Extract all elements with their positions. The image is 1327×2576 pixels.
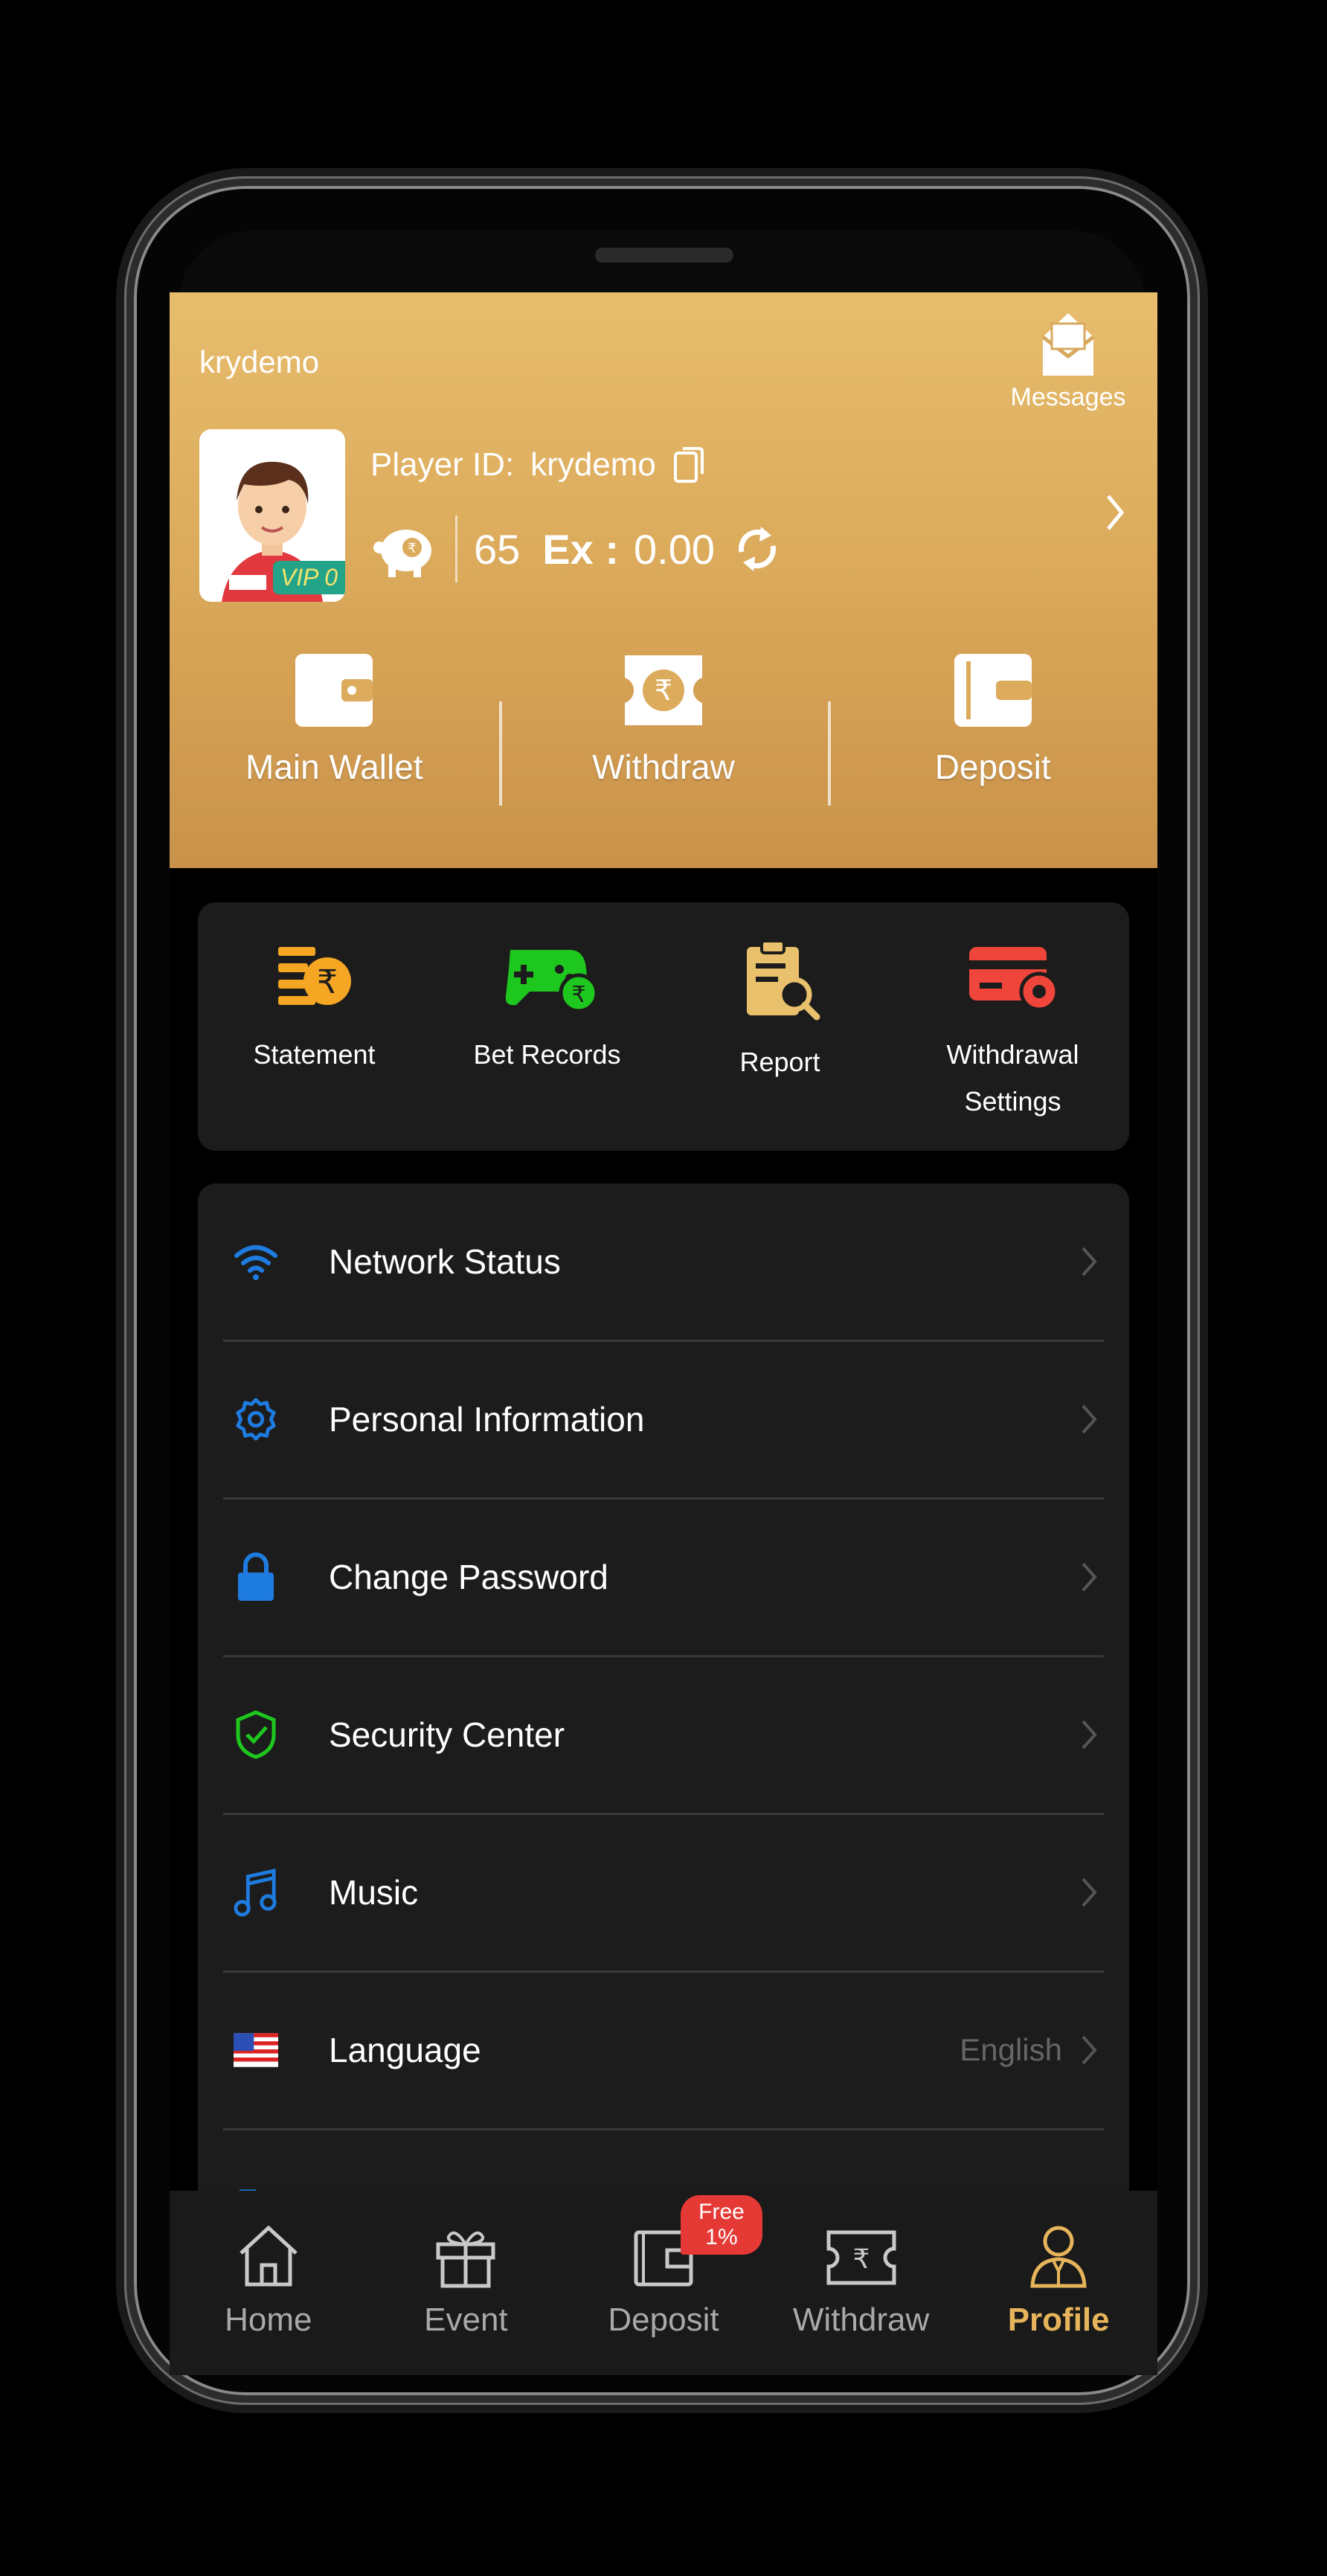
menu-item-personal-information[interactable]: Personal Information (223, 1341, 1104, 1500)
gear-icon (234, 1397, 278, 1442)
withdrawal-settings-button[interactable]: Withdrawal Settings (896, 902, 1129, 1151)
ex-value: 0.00 (634, 525, 715, 573)
chevron-right-icon (1082, 1720, 1097, 1750)
profile-header: krydemo Messages VIP 0 Player ID: krydem… (170, 292, 1157, 868)
svg-text:₹: ₹ (852, 2244, 870, 2275)
messages-button[interactable]: Messages (1009, 307, 1128, 412)
music-note-icon (234, 1868, 278, 1917)
withdraw-label: Withdraw (592, 748, 735, 786)
menu-item-label: Security Center (329, 1715, 565, 1754)
main-wallet-button[interactable]: Main Wallet (170, 649, 499, 813)
speaker-slot (595, 248, 733, 263)
username-label: krydemo (199, 344, 320, 379)
chevron-right-icon (1082, 1878, 1097, 1907)
withdrawal-settings-label: Withdrawal Settings (946, 1039, 1079, 1117)
bet-records-button[interactable]: ₹ Bet Records (431, 902, 664, 1151)
rupee-ticket-icon: ₹ (826, 2230, 896, 2285)
chevron-right-icon[interactable] (1104, 492, 1126, 533)
nav-withdraw[interactable]: ₹ Withdraw (762, 2191, 960, 2375)
statement-coin-icon: ₹ (277, 947, 351, 1005)
lock-icon (234, 1552, 278, 1601)
svg-text:₹: ₹ (408, 541, 416, 556)
menu-item-label: Network Status (329, 1242, 561, 1281)
free-badge: Free 1% (681, 2195, 762, 2255)
chevron-right-icon (1082, 1562, 1097, 1592)
wifi-icon (234, 1239, 278, 1284)
quick-actions-card: ₹ Statement ₹ Bet Records Report Withdra… (198, 902, 1129, 1151)
main-wallet-label: Main Wallet (245, 748, 423, 786)
flag-icon (234, 2028, 278, 2072)
nav-label: Event (424, 2302, 508, 2338)
report-label: Report (739, 1047, 820, 1077)
envelope-icon (1041, 313, 1095, 376)
withdraw-button[interactable]: ₹ Withdraw (498, 649, 829, 813)
statement-button[interactable]: ₹ Statement (198, 902, 431, 1151)
deposit-button[interactable]: Deposit (828, 649, 1157, 813)
menu-item-label: Change Password (329, 1558, 608, 1596)
statement-label: Statement (253, 1039, 376, 1070)
nav-label: Deposit (608, 2302, 719, 2338)
menu-item-music[interactable]: Music (223, 1814, 1104, 1973)
home-icon (240, 2225, 298, 2287)
nav-profile[interactable]: Profile (960, 2191, 1157, 2375)
piggy-bank-icon: ₹ (373, 530, 431, 577)
deposit-icon (954, 654, 1032, 727)
menu-item-label: Language (329, 2031, 481, 2069)
avatar[interactable]: VIP 0 (199, 429, 345, 602)
gamepad-icon: ₹ (505, 950, 598, 1013)
menu-item-network-status[interactable]: Network Status (223, 1183, 1104, 1342)
svg-text:₹: ₹ (571, 982, 585, 1008)
player-id-label: Player ID: (370, 446, 515, 483)
ex-label: Ex : (542, 525, 619, 573)
nav-event[interactable]: Event (367, 2191, 565, 2375)
rupee-ticket-icon: ₹ (625, 655, 702, 725)
deposit-label: Deposit (934, 748, 1051, 786)
copy-icon[interactable] (672, 446, 705, 484)
gift-icon (436, 2231, 495, 2288)
shield-check-icon (234, 1710, 278, 1759)
chevron-right-icon (1082, 2035, 1097, 2065)
balance-divider (455, 515, 457, 582)
messages-label: Messages (1010, 383, 1126, 411)
bet-records-label: Bet Records (473, 1039, 621, 1070)
nav-label: Withdraw (792, 2302, 930, 2338)
user-icon (1030, 2226, 1087, 2288)
menu-item-change-password[interactable]: Change Password (223, 1499, 1104, 1657)
app-screen: krydemo Messages VIP 0 Player ID: krydem… (170, 292, 1157, 2375)
settings-menu: Network Status Personal Information Chan… (198, 1183, 1129, 2299)
wallet-actions: Main Wallet ₹ Withdraw Deposit (170, 649, 1157, 813)
clipboard-search-icon (746, 939, 820, 1021)
wallet-icon (295, 654, 373, 727)
nav-label: Home (225, 2302, 312, 2338)
refresh-icon[interactable] (734, 522, 780, 576)
report-button[interactable]: Report (664, 902, 896, 1151)
balance-row: ₹ 65 Ex : 0.00 (372, 515, 780, 582)
card-gear-icon (968, 947, 1058, 1012)
chevron-right-icon (1082, 1247, 1097, 1276)
player-id-row: Player ID: krydemo (370, 446, 705, 484)
nav-label: Profile (1007, 2302, 1110, 2338)
svg-text:₹: ₹ (317, 963, 338, 1001)
vip-badge: VIP 0 (272, 561, 345, 594)
nav-home[interactable]: Home (170, 2191, 367, 2375)
menu-item-label: Personal Information (329, 1400, 645, 1439)
points-value: 65 (474, 525, 521, 573)
player-id-value: krydemo (530, 446, 656, 483)
chevron-right-icon (1082, 1404, 1097, 1434)
menu-item-language[interactable]: Language English (223, 1972, 1104, 2130)
nav-deposit[interactable]: Free 1% Deposit (565, 2191, 762, 2375)
bottom-nav: Home Event Free 1% Deposit ₹ Withdraw Pr… (170, 2191, 1157, 2375)
language-value: English (960, 2032, 1062, 2067)
menu-item-label: Music (329, 1873, 419, 1912)
menu-item-security-center[interactable]: Security Center (223, 1657, 1104, 1815)
svg-text:₹: ₹ (655, 674, 672, 707)
